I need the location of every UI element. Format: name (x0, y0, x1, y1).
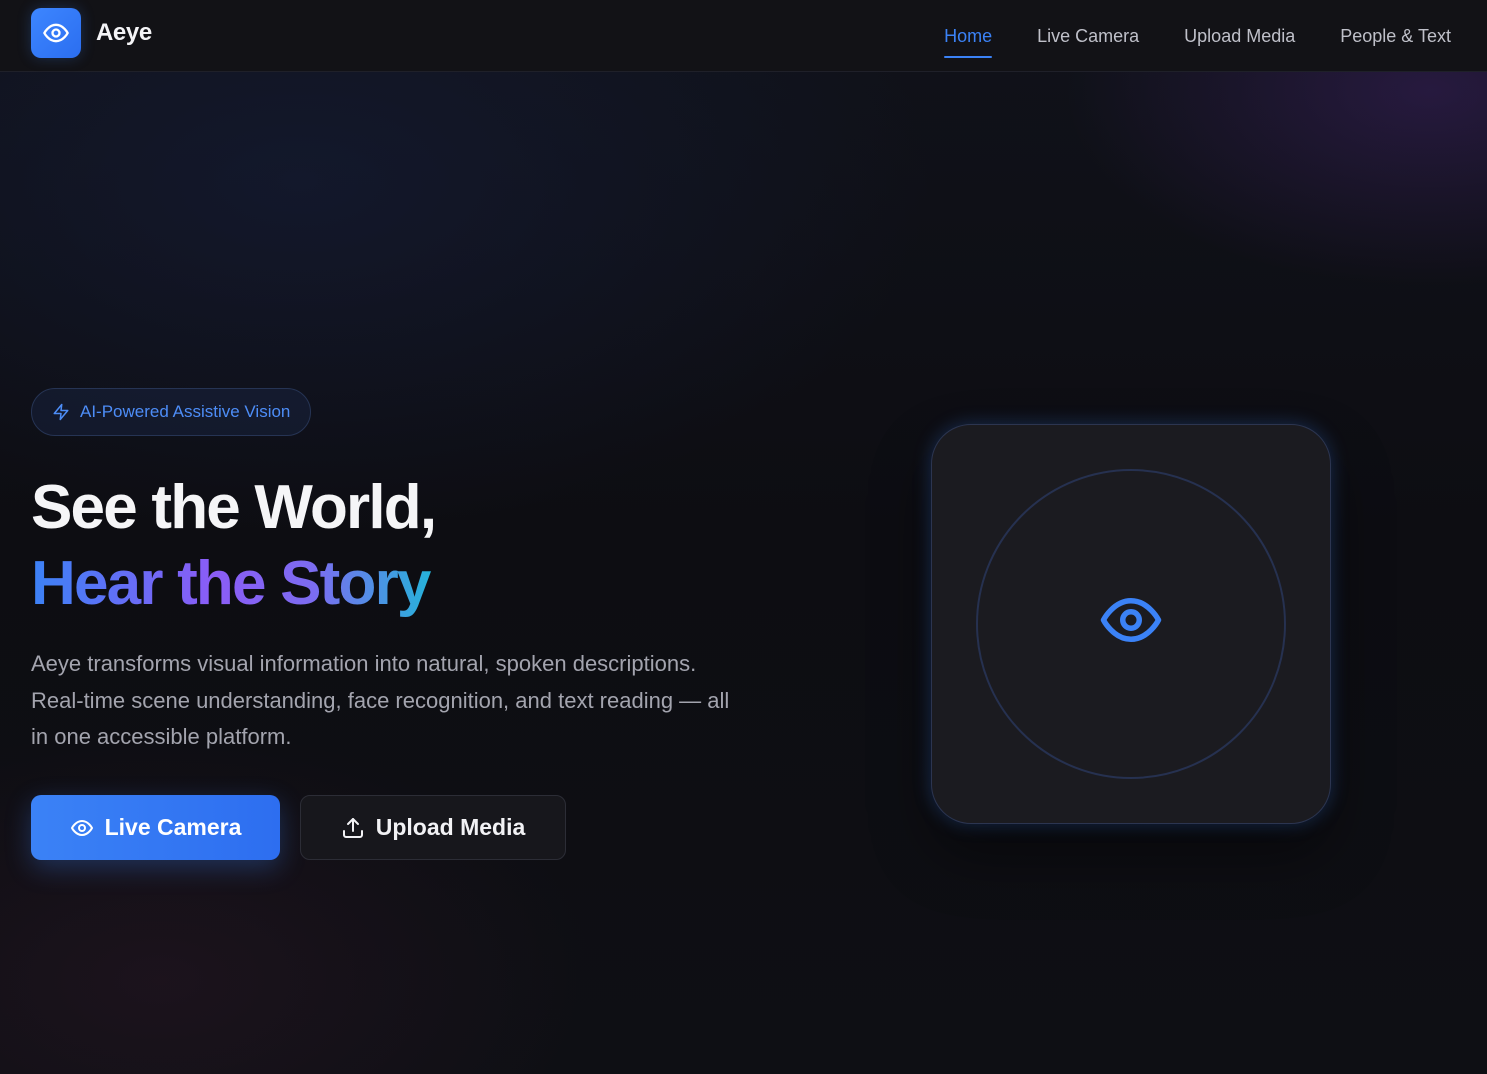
nav-link-live-camera[interactable]: Live Camera (1037, 22, 1139, 51)
nav-link-people-text[interactable]: People & Text (1340, 22, 1451, 51)
main-nav: Home Live Camera Upload Media People & T… (944, 0, 1451, 72)
eye-icon (43, 23, 69, 43)
eye-icon (1100, 598, 1162, 642)
visual-eye (1092, 587, 1170, 653)
lightning-bolt-icon (53, 403, 69, 421)
hero-description: Aeye transforms visual information into … (31, 651, 730, 749)
nav-link-home[interactable]: Home (944, 22, 993, 58)
nav-link-upload-media[interactable]: Upload Media (1184, 22, 1295, 51)
headline-line-2: Hear the Story (31, 546, 435, 622)
hero-headline: See the World, Hear the Story (31, 470, 437, 622)
eye-icon (70, 819, 93, 836)
top-navbar: Aeye Home Live Camera Upload Media Peopl… (0, 0, 1487, 72)
headline-line-1: See the World, (31, 473, 437, 542)
brand-name: Aeye (96, 19, 152, 46)
upload-media-button[interactable]: Upload Media (300, 795, 566, 860)
live-camera-button-label: Live Camera (104, 814, 242, 840)
brand[interactable]: Aeye (31, 8, 152, 58)
upload-media-button-label: Upload Media (375, 814, 526, 840)
upload-icon (342, 817, 363, 838)
hero-visual-card (931, 424, 1331, 824)
landing-page: Aeye Home Live Camera Upload Media Peopl… (0, 0, 1487, 1074)
feature-badge: AI-Powered Assistive Vision (31, 388, 312, 436)
brand-logo (31, 8, 81, 58)
badge-label: AI-Powered Assistive Vision (80, 402, 291, 421)
live-camera-button[interactable]: Live Camera (31, 795, 280, 860)
